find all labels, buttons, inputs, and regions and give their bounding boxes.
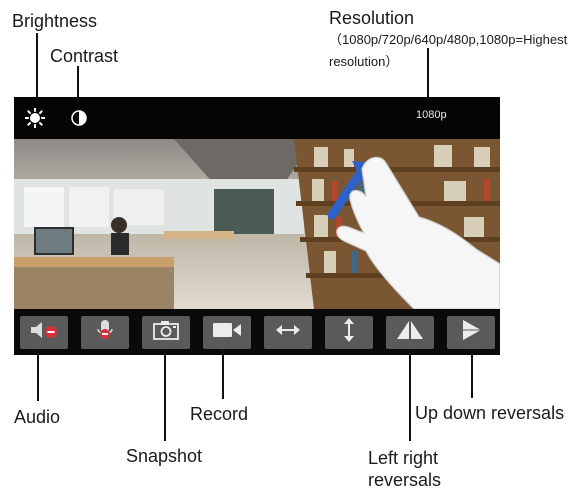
top-bar: 1080p bbox=[14, 97, 500, 139]
half-circle-icon[interactable] bbox=[71, 110, 87, 126]
audio-leader bbox=[37, 349, 39, 401]
bottom-bar bbox=[14, 309, 500, 355]
camera-icon bbox=[152, 320, 180, 345]
play-triangle-icon bbox=[459, 318, 483, 347]
contrast-label: Contrast bbox=[50, 46, 119, 66]
up-down-arrow-icon bbox=[342, 317, 356, 348]
snapshot-label: Snapshot bbox=[126, 446, 203, 466]
left-right-arrow-icon bbox=[275, 323, 301, 342]
record-button[interactable] bbox=[203, 316, 251, 349]
resolution-detail: （1080p/720p/640p/480p,1080p=Highest reso… bbox=[329, 32, 568, 69]
speaker-muted-icon bbox=[29, 320, 59, 345]
left-right-label-2: reversals bbox=[368, 470, 442, 490]
video-view bbox=[14, 139, 500, 309]
microphone-button[interactable] bbox=[81, 316, 129, 349]
left-right-label-1: Left right bbox=[368, 448, 439, 468]
snapshot-button[interactable] bbox=[142, 316, 190, 349]
resolution-value[interactable]: 1080p bbox=[416, 109, 447, 121]
audio-button[interactable] bbox=[20, 316, 68, 349]
horizontal-flip-button[interactable] bbox=[264, 316, 312, 349]
up-down-leader bbox=[471, 349, 473, 398]
sun-icon[interactable] bbox=[24, 107, 46, 129]
brightness-label: Brightness bbox=[12, 11, 98, 31]
video-camera-icon bbox=[211, 320, 243, 345]
audio-label: Audio bbox=[14, 407, 61, 427]
vertical-flip-button[interactable] bbox=[325, 316, 373, 349]
snapshot-leader bbox=[164, 349, 166, 441]
brightness-leader bbox=[36, 33, 38, 105]
record-label: Record bbox=[190, 404, 249, 424]
microphone-icon bbox=[95, 318, 115, 347]
mirror-triangles-icon bbox=[395, 319, 425, 346]
left-right-reversal-button[interactable] bbox=[386, 316, 434, 349]
resolution-label: Resolution （1080p/720p/640p/480p,1080p=Hi… bbox=[329, 8, 569, 72]
up-down-reversal-button[interactable] bbox=[447, 316, 495, 349]
record-leader bbox=[222, 349, 224, 399]
up-down-label: Up down reversals bbox=[415, 403, 565, 423]
left-right-leader bbox=[409, 349, 411, 441]
resolution-title: Resolution bbox=[329, 8, 415, 28]
